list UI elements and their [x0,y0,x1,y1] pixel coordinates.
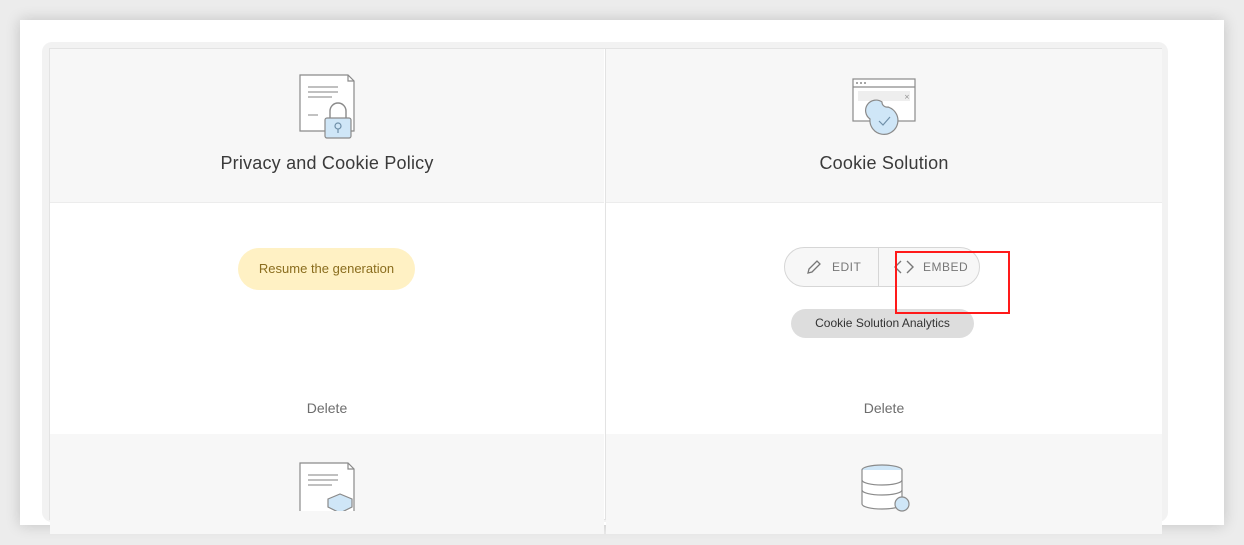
code-brackets-icon [894,260,914,274]
cookie-delete-link[interactable]: Delete [606,400,1162,416]
svg-text:×: × [904,93,910,101]
pencil-icon [807,260,821,274]
cookie-solution-analytics-button[interactable]: Cookie Solution Analytics [791,309,974,338]
document-lock-icon [299,74,355,139]
embed-label: EMBED [923,260,969,274]
privacy-policy-body: Resume the generation Delete [50,203,604,434]
document-shield-icon [299,462,355,511]
cookie-solution-title: Cookie Solution [819,153,949,173]
terms-card-header [50,434,604,534]
privacy-policy-title: Privacy and Cookie Policy [220,153,434,173]
edit-embed-button-group: EDIT EMBED [784,247,980,287]
database-icon [861,464,910,512]
privacy-policy-card: Privacy and Cookie Policy Resume the gen… [50,49,604,534]
resume-generation-button[interactable]: Resume the generation [238,248,415,290]
edit-button[interactable]: EDIT [785,248,878,286]
browser-cookie-icon: × [852,78,916,135]
database-card-header [606,434,1162,534]
cookie-solution-header: × Cookie Solution [606,49,1162,203]
privacy-policy-header: Privacy and Cookie Policy [50,49,604,203]
edit-label: EDIT [832,260,862,274]
privacy-delete-link[interactable]: Delete [50,400,604,416]
embed-button[interactable]: EMBED [878,248,980,286]
cookie-solution-body: EDIT EMBED Cookie Solution Analytics Del… [606,203,1162,434]
products-grid: Privacy and Cookie Policy Resume the gen… [49,48,1162,534]
cookie-solution-card: × Cookie Solution EDIT EMBED Cookie Solu… [605,49,1162,534]
